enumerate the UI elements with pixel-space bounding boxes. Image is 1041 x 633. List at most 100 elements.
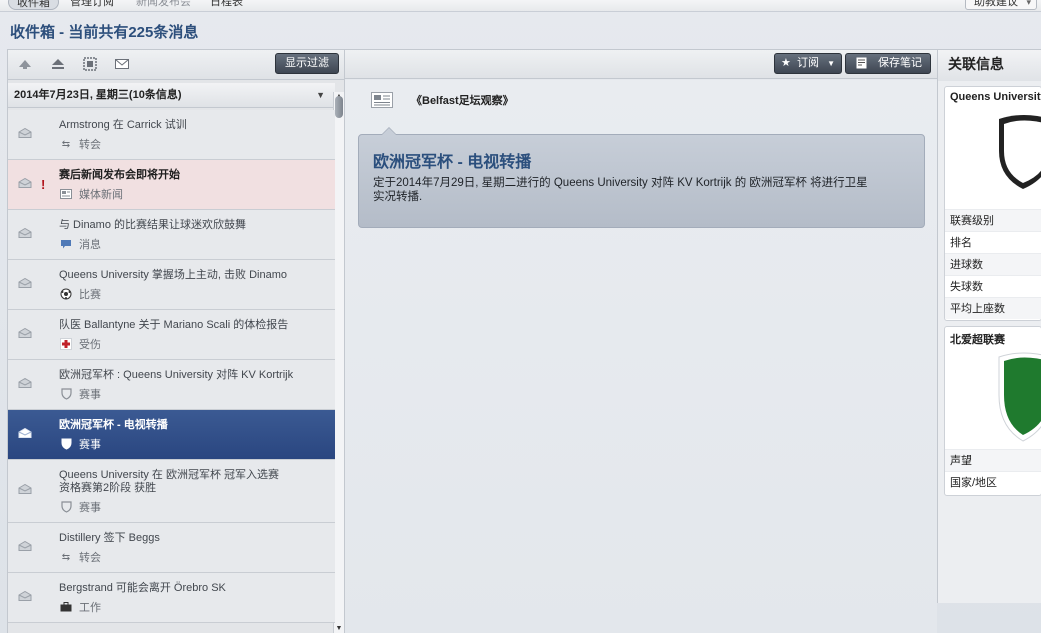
envelope-open-icon <box>18 378 32 388</box>
category-label: 媒体新闻 <box>79 189 123 201</box>
category-label: 转会 <box>79 139 101 151</box>
save-note-label: 保存笔记 <box>878 57 922 69</box>
message-category: ⇆ 转会 <box>59 136 101 152</box>
date-group-header[interactable]: 2014年7月23日, 星期三(10条信息) ▼ <box>8 83 335 108</box>
envelope-open-icon <box>18 178 32 188</box>
shield-icon <box>59 388 73 400</box>
newspaper-icon <box>371 92 393 108</box>
subscribe-button[interactable]: ★ 订阅 ▼ <box>774 53 842 74</box>
message-list: Armstrong 在 Carrick 试训 ⇆ 转会 ! 赛后新闻发布会即将开始… <box>8 110 335 623</box>
message-row[interactable]: 欧洲冠军杯 : Queens University 对阵 KV Kortrijk… <box>8 360 335 410</box>
message-category: 工作 <box>59 599 101 615</box>
collapse-icon[interactable] <box>50 56 66 72</box>
league-card[interactable]: 北爱超联赛 声望 国家/地区 <box>944 326 1041 496</box>
news-source: 《Belfast足坛观察》 <box>411 95 514 107</box>
message-row[interactable]: 与 Dinamo 的比赛结果让球迷欢欣鼓舞 消息 <box>8 210 335 260</box>
envelope-open-icon <box>18 228 32 238</box>
category-label: 赛事 <box>79 389 101 401</box>
message-title: 欧洲冠军杯 - 电视转播 <box>59 419 168 431</box>
medical-cross-icon <box>59 338 73 350</box>
save-note-button[interactable]: 保存笔记 <box>845 53 931 74</box>
related-info-header: 关联信息 <box>937 49 1041 81</box>
message-row[interactable]: Distillery 签下 Beggs ⇆ 转会 <box>8 523 335 573</box>
category-label: 受伤 <box>79 339 101 351</box>
category-label: 消息 <box>79 239 101 251</box>
league-crest-icon <box>998 352 1041 442</box>
message-row[interactable]: Queens University 在 欧洲冠军杯 冠军入选赛 资格赛第2阶段 … <box>8 460 335 523</box>
message-category: 受伤 <box>59 336 101 352</box>
tab-calendar[interactable]: 日程表 <box>210 0 243 10</box>
message-category: 赛事 <box>59 436 101 452</box>
envelope-open-icon <box>18 428 32 438</box>
message-category: 赛事 <box>59 499 101 515</box>
assistant-advice-dropdown[interactable]: 助教建议 <box>965 0 1037 11</box>
message-row[interactable]: ! 赛后新闻发布会即将开始 媒体新闻 <box>8 160 335 210</box>
transfer-icon: ⇆ <box>61 551 71 563</box>
stat-nation: 国家/地区 <box>945 471 1041 493</box>
message-title: Queens University 掌握场上主动, 击败 Dinamo <box>59 269 287 281</box>
message-category: 媒体新闻 <box>59 186 123 202</box>
stat-average-attendance: 平均上座数 <box>945 297 1041 319</box>
envelope-open-icon <box>18 484 32 494</box>
envelope-open-icon <box>18 541 32 551</box>
date-group-label: 2014年7月23日, 星期三(10条信息) <box>14 89 182 101</box>
mail-icon[interactable] <box>114 56 130 72</box>
football-icon <box>59 288 73 300</box>
message-headline: 欧洲冠军杯 - 电视转播 <box>373 154 532 171</box>
message-toolbar: ★ 订阅 ▼ 保存笔记 <box>345 49 937 79</box>
envelope-open-icon <box>18 278 32 288</box>
stat-reputation: 声望 <box>945 449 1041 471</box>
media-icon <box>59 188 73 200</box>
league-name[interactable]: 北爱超联赛 <box>945 327 1041 351</box>
category-label: 工作 <box>79 602 101 614</box>
select-all-icon[interactable] <box>82 56 98 72</box>
stat-position: 排名 <box>945 231 1041 253</box>
transfer-icon: ⇆ <box>61 138 71 150</box>
message-title: 队医 Ballantyne 关于 Mariano Scali 的体检报告 <box>59 319 289 331</box>
subscribe-label: 订阅 <box>797 57 819 69</box>
message-title: Bergstrand 可能会离开 Örebro SK <box>59 582 226 594</box>
envelope-open-icon <box>18 128 32 138</box>
arrow-up-icon[interactable] <box>17 56 33 72</box>
message-row[interactable]: Armstrong 在 Carrick 试训 ⇆ 转会 <box>8 110 335 160</box>
category-label: 赛事 <box>79 439 101 451</box>
briefcase-icon <box>59 601 73 613</box>
stat-goals-for: 进球数 <box>945 253 1041 275</box>
tab-inbox[interactable]: 收件箱 <box>8 0 59 10</box>
message-row[interactable]: 队医 Ballantyne 关于 Mariano Scali 的体检报告 受伤 <box>8 310 335 360</box>
envelope-open-icon <box>18 591 32 601</box>
club-stats: 联赛级别 排名 进球数 失球数 平均上座数 <box>945 209 1041 319</box>
category-label: 比赛 <box>79 289 101 301</box>
message-title: 赛后新闻发布会即将开始 <box>59 169 180 181</box>
message-category: ⇆ 转会 <box>59 549 101 565</box>
category-label: 赛事 <box>79 502 101 514</box>
shield-icon <box>59 438 73 450</box>
urgent-exclamation-icon: ! <box>41 177 46 192</box>
message-row[interactable]: Bergstrand 可能会离开 Örebro SK 工作 <box>8 573 335 623</box>
related-info-panel: Queens University 联赛级别 排名 进球数 失球数 平均上座数 … <box>937 81 1041 603</box>
club-card[interactable]: Queens University 联赛级别 排名 进球数 失球数 平均上座数 <box>944 86 1041 321</box>
collapse-triangle-icon[interactable]: ▼ <box>316 83 325 108</box>
message-title: Distillery 签下 Beggs <box>59 532 160 544</box>
stat-goals-against: 失球数 <box>945 275 1041 297</box>
dropdown-arrow-icon: ▼ <box>827 59 835 68</box>
category-label: 转会 <box>79 552 101 564</box>
scroll-thumb[interactable] <box>335 96 343 118</box>
scroll-down-icon[interactable]: ▼ <box>334 624 344 633</box>
message-title: Queens University 在 欧洲冠军杯 冠军入选赛 资格赛第2阶段 … <box>59 469 280 494</box>
message-category: 消息 <box>59 236 101 252</box>
message-card: 欧洲冠军杯 - 电视转播 定于2014年7月29日, 星期二进行的 Queens… <box>358 127 925 228</box>
tab-manage-subscriptions[interactable]: 管理订阅 <box>70 0 114 10</box>
envelope-open-icon <box>18 328 32 338</box>
show-filter-button[interactable]: 显示过滤 <box>275 53 339 74</box>
message-category: 比赛 <box>59 286 101 302</box>
page-title: 收件箱 - 当前共有225条消息 <box>10 24 199 41</box>
note-icon <box>856 57 868 77</box>
message-row[interactable]: Queens University 掌握场上主动, 击败 Dinamo 比赛 <box>8 260 335 310</box>
message-list-panel: 显示过滤 2014年7月23日, 星期三(10条信息) ▼ ▲ ▼ Armstr… <box>7 49 345 633</box>
message-row-selected[interactable]: 欧洲冠军杯 - 电视转播 赛事 <box>8 410 335 460</box>
tab-press-conference[interactable]: 新闻发布会 <box>136 0 191 10</box>
club-name[interactable]: Queens University <box>945 87 1041 107</box>
message-title: Armstrong 在 Carrick 试训 <box>59 119 187 131</box>
shield-icon <box>59 501 73 513</box>
